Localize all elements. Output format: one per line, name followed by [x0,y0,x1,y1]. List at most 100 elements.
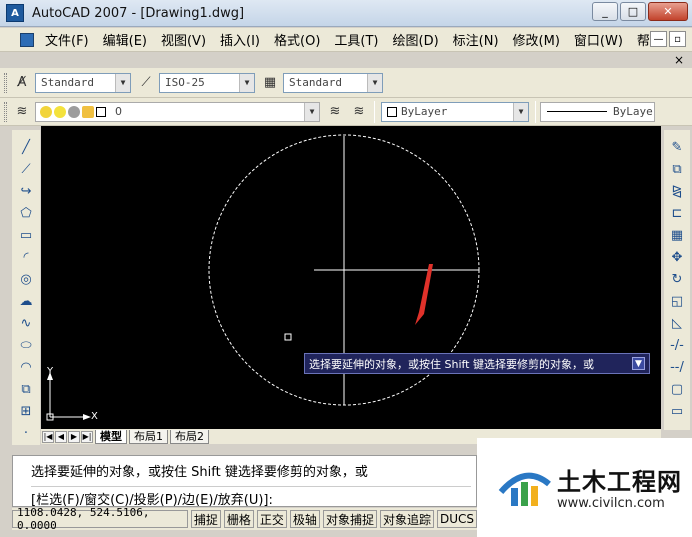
menu-view[interactable]: 视图(V) [158,30,209,49]
circle-icon[interactable]: ◎ [17,270,35,288]
text-style-icon[interactable]: A̸ [13,74,31,92]
toolbar-separator [374,100,375,123]
doc-restore-button[interactable]: ▫ [669,31,686,47]
menu-draw[interactable]: 绘图(D) [390,30,442,49]
revision-cloud-icon[interactable]: ☁ [17,292,35,310]
chevron-down-icon[interactable]: ▼ [239,73,254,92]
drawing-svg [46,134,480,421]
break-icon[interactable]: ▢ [668,380,686,398]
lock-icon [82,105,94,118]
insert-block-icon[interactable]: ⧉ [17,380,35,398]
last-tab-icon[interactable]: ▶| [81,430,93,443]
close-button[interactable]: ✕ [648,2,688,21]
menu-format[interactable]: 格式(O) [271,30,323,49]
menu-window[interactable]: 窗口(W) [571,30,626,49]
sun-icon [54,105,66,118]
polar-toggle[interactable]: 极轴 [289,510,320,528]
layer-previous-icon[interactable]: ≋ [350,103,368,121]
osnap-toggle[interactable]: 对象捕捉 [322,510,377,528]
erase-icon[interactable]: ✎ [668,138,686,156]
linetype-select[interactable]: ByLayer [540,101,655,122]
tab-layout1[interactable]: 布局1 [129,429,168,444]
layer-select[interactable]: 0 ▼ [35,101,320,122]
table-style-icon[interactable]: ▦ [261,74,279,92]
chevron-down-icon[interactable]: ▼ [115,73,130,92]
color-select[interactable]: ByLayer ▼ [381,101,529,122]
command-prompt[interactable]: [栏选(F)/窗交(C)/投影(P)/边(E)/放弃(U)]: [31,486,471,508]
spline-icon[interactable]: ∿ [17,314,35,332]
offset-icon[interactable]: ⊏ [668,204,686,222]
watermark-logo: 土木工程网 www.civilcn.com [477,438,692,537]
rotate-icon[interactable]: ↻ [668,270,686,288]
copy-icon[interactable]: ⧉ [668,160,686,178]
chevron-down-icon[interactable]: ▼ [304,102,319,121]
chevron-down-icon[interactable]: ▼ [513,102,528,121]
toolbar-grip[interactable] [4,72,7,93]
snap-toggle[interactable]: 捕捉 [190,510,221,528]
first-tab-icon[interactable]: |◀ [42,430,54,443]
restore-button[interactable]: □ [620,2,646,21]
menu-modify[interactable]: 修改(M) [510,30,563,49]
next-tab-icon[interactable]: ▶ [68,430,80,443]
text-style-select[interactable]: Standard ▼ [35,72,131,93]
scale-icon[interactable]: ◱ [668,292,686,310]
join-icon[interactable]: ▭ [668,402,686,420]
pickbox [284,333,292,341]
make-current-icon[interactable]: ≋ [326,103,344,121]
coordinates-readout[interactable]: 1108.0428, 524.5106, 0.0000 [12,506,188,532]
tab-layout2[interactable]: 布局2 [170,429,209,444]
status-bar: 1108.0428, 524.5106, 0.0000 捕捉 栅格 正交 极轴 … [12,506,477,532]
dim-style-select[interactable]: ISO-25 ▼ [159,72,255,93]
toolbar-grip[interactable] [4,101,7,122]
layer-state-icons [40,105,110,118]
polyline-icon[interactable]: ↪ [17,182,35,200]
chevron-down-icon[interactable]: ▼ [367,73,382,92]
menu-dimension[interactable]: 标注(N) [450,30,502,49]
color-swatch [387,106,397,117]
arc-icon[interactable]: ◜ [17,248,35,266]
construction-line-icon[interactable]: ⟋ [17,160,35,178]
ducs-toggle[interactable]: DUCS [436,510,477,528]
point-icon[interactable]: · [17,424,35,442]
doc-close-button[interactable]: × [674,53,684,67]
ucs-icon [46,372,91,421]
app-logo-icon[interactable]: A [6,4,24,22]
modify-toolbar: ✎ ⧉ ⧎ ⊏ ▦ ✥ ↻ ◱ ◺ -/- --/ ▢ ▭ [664,130,690,430]
trim-icon[interactable]: -/- [668,336,686,354]
tab-model[interactable]: 模型 [95,429,127,444]
menu-insert[interactable]: 插入(I) [217,30,263,49]
polygon-icon[interactable]: ⬠ [17,204,35,222]
document-icon[interactable] [20,32,34,47]
mirror-icon[interactable]: ⧎ [668,182,686,200]
menu-file[interactable]: 文件(F) [42,30,92,49]
stretch-icon[interactable]: ◺ [668,314,686,332]
line-icon[interactable]: ╱ [17,138,35,156]
make-block-icon[interactable]: ⊞ [17,402,35,420]
down-arrow-icon[interactable]: ▼ [632,357,645,370]
move-icon[interactable]: ✥ [668,248,686,266]
array-icon[interactable]: ▦ [668,226,686,244]
menu-edit[interactable]: 编辑(E) [100,30,150,49]
dim-style-icon[interactable]: ⟋ [137,74,155,92]
table-style-select[interactable]: Standard ▼ [283,72,383,93]
command-window[interactable]: 选择要延伸的对象，或按住 Shift 键选择要修剪的对象，或 [栏选(F)/窗交… [12,455,477,508]
grid-toggle[interactable]: 栅格 [223,510,254,528]
ellipse-arc-icon[interactable]: ◠ [17,358,35,376]
drawing-canvas[interactable]: Y X 选择要延伸的对象，或按住 Shift 键选择要修剪的对象，或 ▼ [41,126,661,429]
layer-manager-icon[interactable]: ≋ [13,103,31,121]
freeze-icon [68,105,80,118]
watermark-url: www.civilcn.com [557,496,665,511]
text-style-value: Standard [41,76,94,89]
doc-minimize-button[interactable]: — [650,31,667,47]
ortho-toggle[interactable]: 正交 [256,510,287,528]
rectangle-icon[interactable]: ▭ [17,226,35,244]
menu-tools[interactable]: 工具(T) [331,30,381,49]
ellipse-icon[interactable]: ⬭ [17,336,35,354]
extend-icon[interactable]: --/ [668,358,686,376]
layer-color-swatch [96,106,106,117]
tooltip-text: 选择要延伸的对象，或按住 Shift 键选择要修剪的对象，或 [309,357,594,371]
dim-style-value: ISO-25 [165,76,205,89]
otrack-toggle[interactable]: 对象追踪 [379,510,434,528]
minimize-button[interactable]: _ [592,2,618,21]
prev-tab-icon[interactable]: ◀ [55,430,67,443]
